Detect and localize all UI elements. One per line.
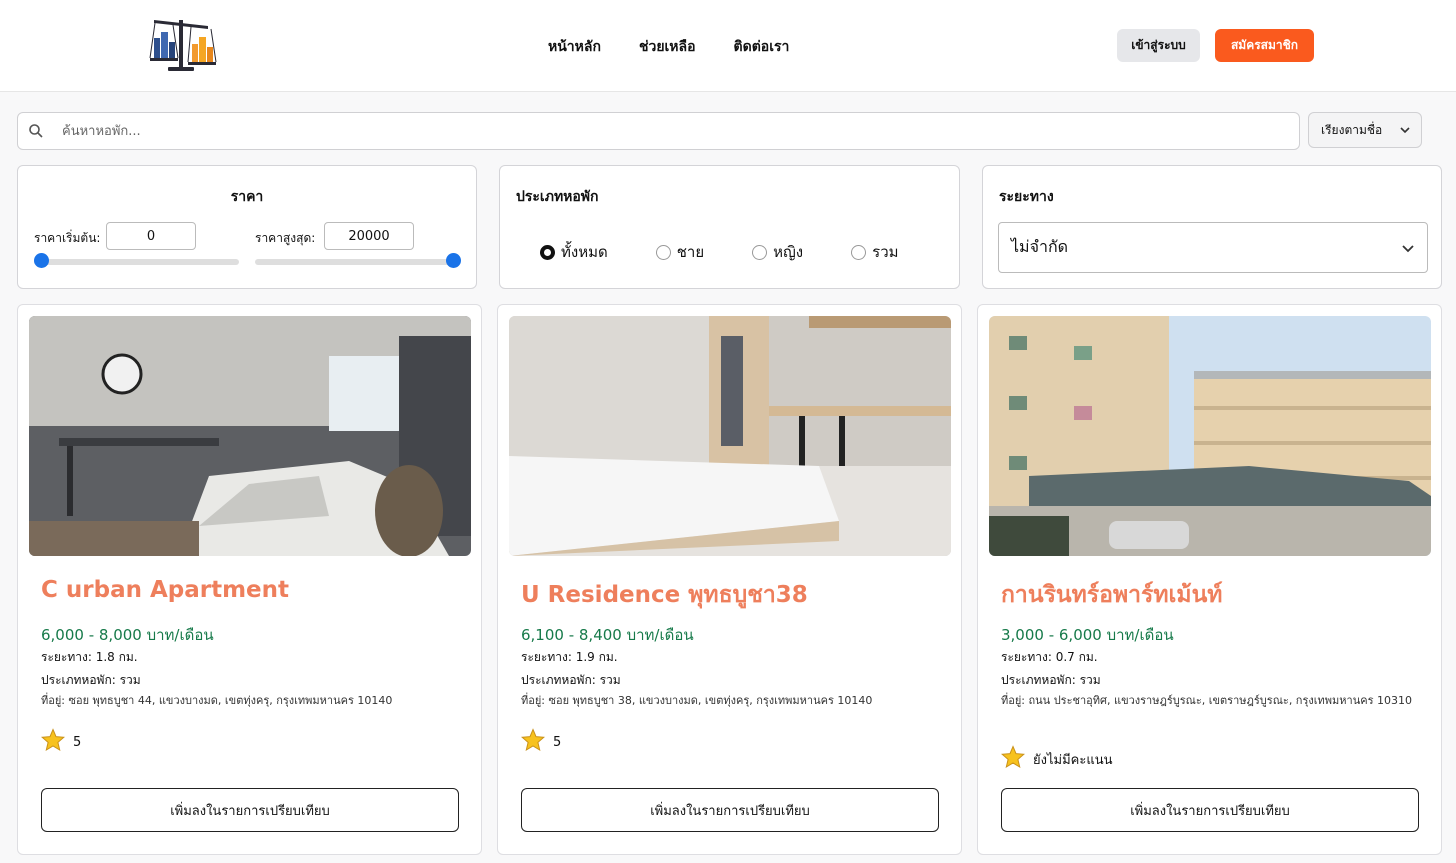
listing-type: ประเภทหอพัก: รวม [1001,673,1101,687]
listing-card: กานรินทร์อพาร์ทเม้นท์ 3,000 - 6,000 บาท/… [977,304,1442,855]
max-price-slider-track[interactable] [255,259,460,265]
top-navbar: หน้าหลัก ช่วยเหลือ ติดต่อเรา เข้าสู่ระบบ… [0,0,1456,92]
type-option-all[interactable]: ทั้งหมด [540,240,608,264]
distance-select-value: ไม่จำกัด [1011,237,1069,256]
listing-photo[interactable] [509,316,951,556]
type-filter-card: ประเภทหอพัก ทั้งหมด ชาย หญิง รวม [499,165,960,289]
min-price-input[interactable]: 0 [106,222,196,250]
nav-contact-link[interactable]: ติดต่อเรา [734,36,790,58]
listing-price: 6,100 - 8,400 บาท/เดือน [521,626,694,644]
rating-value: ยังไม่มีคะแนน [1033,752,1113,768]
price-filter-title: ราคา [230,189,264,205]
price-filter-card: ราคา ราคาเริ่มต้น: 0 ราคาสูงสุด: 20000 [17,165,477,289]
listing-address: ที่อยู่: ซอย พุทธบูชา 44, แขวงบางมด, เขต… [41,694,393,707]
scales-logo-icon[interactable] [146,14,218,76]
type-option-mixed[interactable]: รวม [851,240,899,264]
nav-home-link[interactable]: หน้าหลัก [548,36,601,58]
listing-photo[interactable] [29,316,471,556]
listing-price: 3,000 - 6,000 บาท/เดือน [1001,626,1174,644]
listing-type: ประเภทหอพัก: รวม [521,673,621,687]
listing-photo[interactable] [989,316,1431,556]
listing-rating: 5 [40,728,82,756]
max-price-slider-handle[interactable] [446,253,461,268]
radio-selected-icon[interactable] [540,244,555,260]
search-bar [17,112,1300,150]
listing-address: ที่อยู่: ซอย พุทธบูชา 38, แขวงบางมด, เขต… [521,694,873,707]
radio-icon[interactable] [655,244,671,260]
main-nav: หน้าหลัก ช่วยเหลือ ติดต่อเรา [548,36,789,58]
add-to-compare-button[interactable]: เพิ่มลงในรายการเปรียบเทียบ [1001,788,1419,832]
type-option-label: ทั้งหมด [561,243,608,261]
radio-icon[interactable] [752,244,768,260]
listing-distance: ระยะทาง: 1.9 กม. [521,650,618,664]
listing-address: ที่อยู่: ถนน ประชาอุทิศ, แขวงราษฎร์บูรณะ… [1001,694,1412,707]
listing-card: C urban Apartment 6,000 - 8,000 บาท/เดือ… [17,304,482,855]
star-icon [520,728,546,756]
max-price-input[interactable]: 20000 [324,222,414,250]
rating-value: 5 [73,734,82,750]
min-price-slider-track[interactable] [34,259,239,265]
add-to-compare-button[interactable]: เพิ่มลงในรายการเปรียบเทียบ [41,788,459,832]
signup-button[interactable]: สมัครสมาชิก [1215,29,1314,62]
type-option-label: หญิง [773,243,804,261]
distance-select[interactable]: ไม่จำกัด [998,222,1428,273]
listing-rating: 5 [520,728,562,756]
type-radio-group: ทั้งหมด ชาย หญิง รวม [540,240,947,264]
chevron-down-icon [1399,124,1411,139]
distance-filter-card: ระยะทาง ไม่จำกัด [982,165,1442,289]
rating-value: 5 [553,734,562,750]
listing-card: U Residence พุทธบูชา38 6,100 - 8,400 บาท… [497,304,962,855]
search-input[interactable] [62,121,1262,141]
login-button[interactable]: เข้าสู่ระบบ [1117,29,1200,62]
listing-name[interactable]: กานรินทร์อพาร์ทเม้นท์ [1001,577,1222,613]
star-icon [40,728,66,756]
star-icon [1000,745,1026,773]
radio-icon[interactable] [851,244,867,260]
type-filter-title: ประเภทหอพัก [516,189,599,205]
type-option-male[interactable]: ชาย [655,240,705,264]
listing-name[interactable]: U Residence พุทธบูชา38 [521,577,808,613]
sort-select[interactable]: เรียงตามชื่อ [1308,112,1422,148]
add-to-compare-button[interactable]: เพิ่มลงในรายการเปรียบเทียบ [521,788,939,832]
listing-type: ประเภทหอพัก: รวม [41,673,141,687]
nav-help-link[interactable]: ช่วยเหลือ [639,36,696,58]
min-price-label: ราคาเริ่มต้น: [34,231,101,245]
sort-select-value: เรียงตามชื่อ [1321,122,1383,137]
distance-filter-title: ระยะทาง [999,189,1054,205]
type-option-label: รวม [872,243,899,261]
listing-name[interactable]: C urban Apartment [41,577,289,603]
chevron-down-icon [1401,241,1415,260]
min-price-slider-handle[interactable] [34,253,49,268]
type-option-label: ชาย [676,243,705,261]
search-icon [28,123,44,139]
listing-rating: ยังไม่มีคะแนน [1000,745,1113,773]
listing-distance: ระยะทาง: 0.7 กม. [1001,650,1098,664]
max-price-label: ราคาสูงสุด: [255,231,316,245]
listing-price: 6,000 - 8,000 บาท/เดือน [41,626,214,644]
listing-distance: ระยะทาง: 1.8 กม. [41,650,138,664]
type-option-female[interactable]: หญิง [752,240,803,264]
